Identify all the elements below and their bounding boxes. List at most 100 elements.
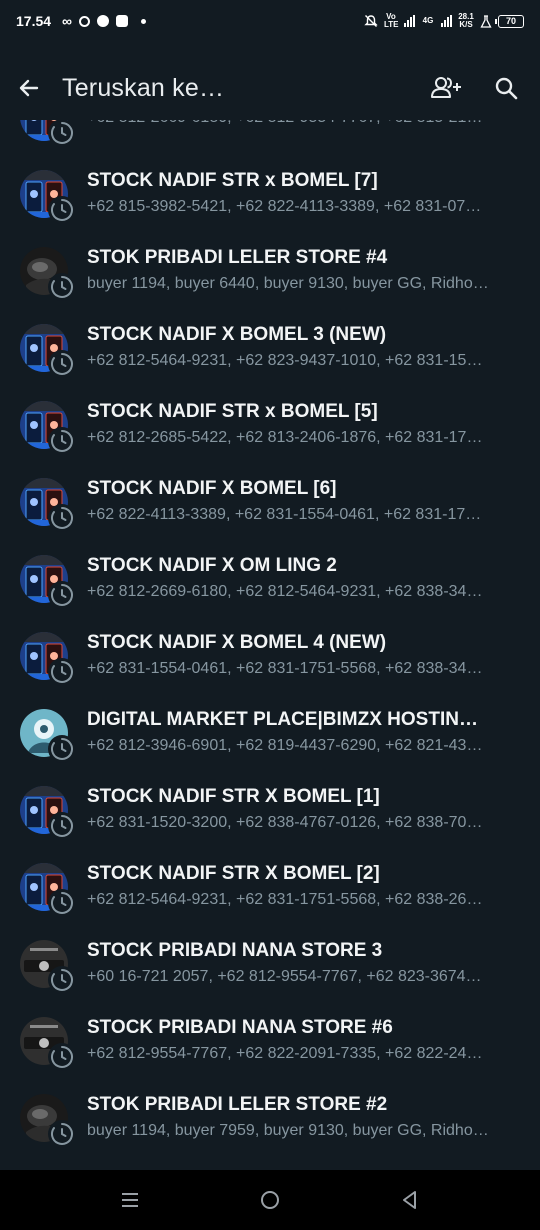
clock-status-icon: [51, 737, 73, 760]
search-icon: [495, 77, 518, 100]
avatar-wrap: [20, 862, 76, 917]
chat-name: STOK PRIBADI LELER STORE #4: [87, 247, 388, 268]
avatar-wrap: [20, 785, 76, 840]
chat-row-10[interactable]: STOCK NADIF STR X BOMEL [1] +62 831-1520…: [0, 771, 540, 848]
status-ring: [48, 657, 76, 686]
clock-status-icon: [51, 891, 73, 914]
status-ring: [48, 580, 76, 609]
chat-row-9[interactable]: DIGITAL MARKET PLACE|BIMZX HOSTIN… +62 8…: [0, 694, 540, 771]
clock-status-icon: [51, 814, 73, 837]
avatar-wrap: [20, 323, 76, 378]
chat-name: STOCK PRIBADI NANA STORE #6: [87, 1017, 393, 1038]
clock-status-icon: [51, 583, 73, 606]
app-bar: Teruskan ke…: [0, 52, 540, 124]
avatar-wrap: [20, 1016, 76, 1071]
chat-row-11[interactable]: STOCK NADIF STR X BOMEL [2] +62 812-5464…: [0, 848, 540, 925]
chat-row-7[interactable]: STOCK NADIF X OM LING 2 +62 812-2669-618…: [0, 540, 540, 617]
clock-status-icon: [51, 1045, 73, 1068]
chat-participants: +62 831-1554-0461, +62 831-1751-5568, +6…: [87, 660, 483, 677]
chat-name: STOCK NADIF X BOMEL 3 (NEW): [87, 324, 387, 345]
status-bar: 17.54 ∞ Vo LTE 4G 28.1 K/S 70: [0, 0, 540, 42]
battery-icon: 70: [495, 14, 524, 28]
avatar-wrap: [20, 400, 76, 455]
avatar-wrap: [20, 477, 76, 532]
chat-row-8[interactable]: STOCK NADIF X BOMEL 4 (NEW) +62 831-1554…: [0, 617, 540, 694]
chat-name: STOCK NADIF STR x BOMEL [5]: [87, 401, 378, 422]
chat-row-14[interactable]: STOK PRIBADI LELER STORE #2 buyer 1194, …: [0, 1079, 540, 1156]
clock-status-icon: [51, 198, 73, 221]
clock-status-icon: [51, 275, 73, 298]
status-ring: [48, 965, 76, 994]
signal-icon-2: [441, 15, 452, 27]
chat-row-1[interactable]: +62 812-2669-6180, +62 812-9554-7767, +6…: [0, 120, 540, 155]
chat-row-3[interactable]: STOK PRIBADI LELER STORE #4 buyer 1194, …: [0, 232, 540, 309]
avatar-wrap: [20, 246, 76, 301]
chat-name: STOCK NADIF X BOMEL [6]: [87, 478, 337, 499]
chat-participants: buyer 1194, buyer 7959, buyer 9130, buye…: [87, 1122, 489, 1139]
chat-participants: +62 812-5464-9231, +62 831-1751-5568, +6…: [87, 891, 483, 908]
status-ring: [48, 272, 76, 301]
volte-label: Vo LTE: [384, 12, 399, 29]
chat-row-13[interactable]: STOCK PRIBADI NANA STORE #6 +62 812-9554…: [0, 1002, 540, 1079]
chat-participants: +62 812-2685-5422, +62 813-2406-1876, +6…: [87, 429, 483, 446]
chat-row-4[interactable]: STOCK NADIF X BOMEL 3 (NEW) +62 812-5464…: [0, 309, 540, 386]
avatar-wrap: [20, 120, 76, 147]
chat-name: STOCK NADIF STR x BOMEL [7]: [87, 170, 378, 191]
status-ring: [48, 120, 76, 147]
more-notifications-icon: [141, 18, 147, 24]
chat-participants: buyer 1194, buyer 6440, buyer 9130, buye…: [87, 275, 489, 292]
nav-back-button[interactable]: [380, 1170, 440, 1230]
status-time: 17.54: [16, 13, 52, 29]
circle-notification-icon: [79, 15, 91, 27]
chat-participants: +60 16-721 2057, +62 812-9554-7767, +62 …: [87, 968, 482, 985]
clock-status-icon: [51, 121, 73, 144]
search-button[interactable]: [484, 66, 528, 110]
status-ring: [48, 195, 76, 224]
chat-name: STOCK PRIBADI NANA STORE 3: [87, 940, 383, 961]
speed-label: 28.1 K/S: [458, 12, 474, 29]
chat-name: STOK PRIBADI LELER STORE #2: [87, 1094, 388, 1115]
chat-row-6[interactable]: STOCK NADIF X BOMEL [6] +62 822-4113-338…: [0, 463, 540, 540]
app-notification-icon: [97, 15, 110, 27]
status-ring: [48, 888, 76, 917]
avatar-wrap: [20, 1093, 76, 1148]
recents-icon: [122, 1193, 138, 1207]
avatar-wrap: [20, 708, 76, 763]
chat-participants: +62 822-4113-3389, +62 831-1554-0461, +6…: [87, 506, 482, 523]
recents-button[interactable]: [100, 1170, 160, 1230]
avatar-wrap: [20, 631, 76, 686]
status-ring: [48, 1119, 76, 1148]
chat-participants: +62 812-3946-6901, +62 819-4437-6290, +6…: [87, 737, 483, 754]
chat-list[interactable]: +62 812-2669-6180, +62 812-9554-7767, +6…: [0, 120, 540, 1170]
back-button[interactable]: [0, 59, 58, 117]
system-nav-bar: [0, 1170, 540, 1230]
back-icon: [403, 1191, 416, 1209]
clock-status-icon: [51, 352, 73, 375]
chat-participants: +62 812-9554-7767, +62 822-2091-7335, +6…: [87, 1045, 483, 1062]
status-ring: [48, 349, 76, 378]
chat-name: STOCK NADIF X OM LING 2: [87, 555, 337, 576]
chat-row-5[interactable]: STOCK NADIF STR x BOMEL [5] +62 812-2685…: [0, 386, 540, 463]
chat-name: STOCK NADIF X BOMEL 4 (NEW): [87, 632, 387, 653]
chat-row-12[interactable]: STOCK PRIBADI NANA STORE 3 +60 16-721 20…: [0, 925, 540, 1002]
clock-status-icon: [51, 968, 73, 991]
status-ring: [48, 426, 76, 455]
chat-participants: +62 815-3982-5421, +62 822-4113-3389, +6…: [87, 198, 482, 215]
infinity-icon: ∞: [62, 13, 73, 29]
avatar-wrap: [20, 169, 76, 224]
home-button[interactable]: [240, 1170, 300, 1230]
chat-participants: +62 812-2669-6180, +62 812-5464-9231, +6…: [87, 583, 483, 600]
mute-icon: [364, 15, 378, 27]
status-ring: [48, 734, 76, 763]
clock-status-icon: [51, 506, 73, 529]
chat-row-2[interactable]: STOCK NADIF STR x BOMEL [7] +62 815-3982…: [0, 155, 540, 232]
avatar-wrap: [20, 554, 76, 609]
status-ring: [48, 503, 76, 532]
message-notification-icon: [116, 15, 129, 27]
chat-name: STOCK NADIF STR X BOMEL [2]: [87, 863, 380, 884]
avatar-wrap: [20, 939, 76, 994]
new-group-button[interactable]: [424, 66, 468, 110]
status-ring: [48, 811, 76, 840]
flask-icon: [480, 14, 492, 28]
network-type-label: 4G: [422, 16, 434, 25]
